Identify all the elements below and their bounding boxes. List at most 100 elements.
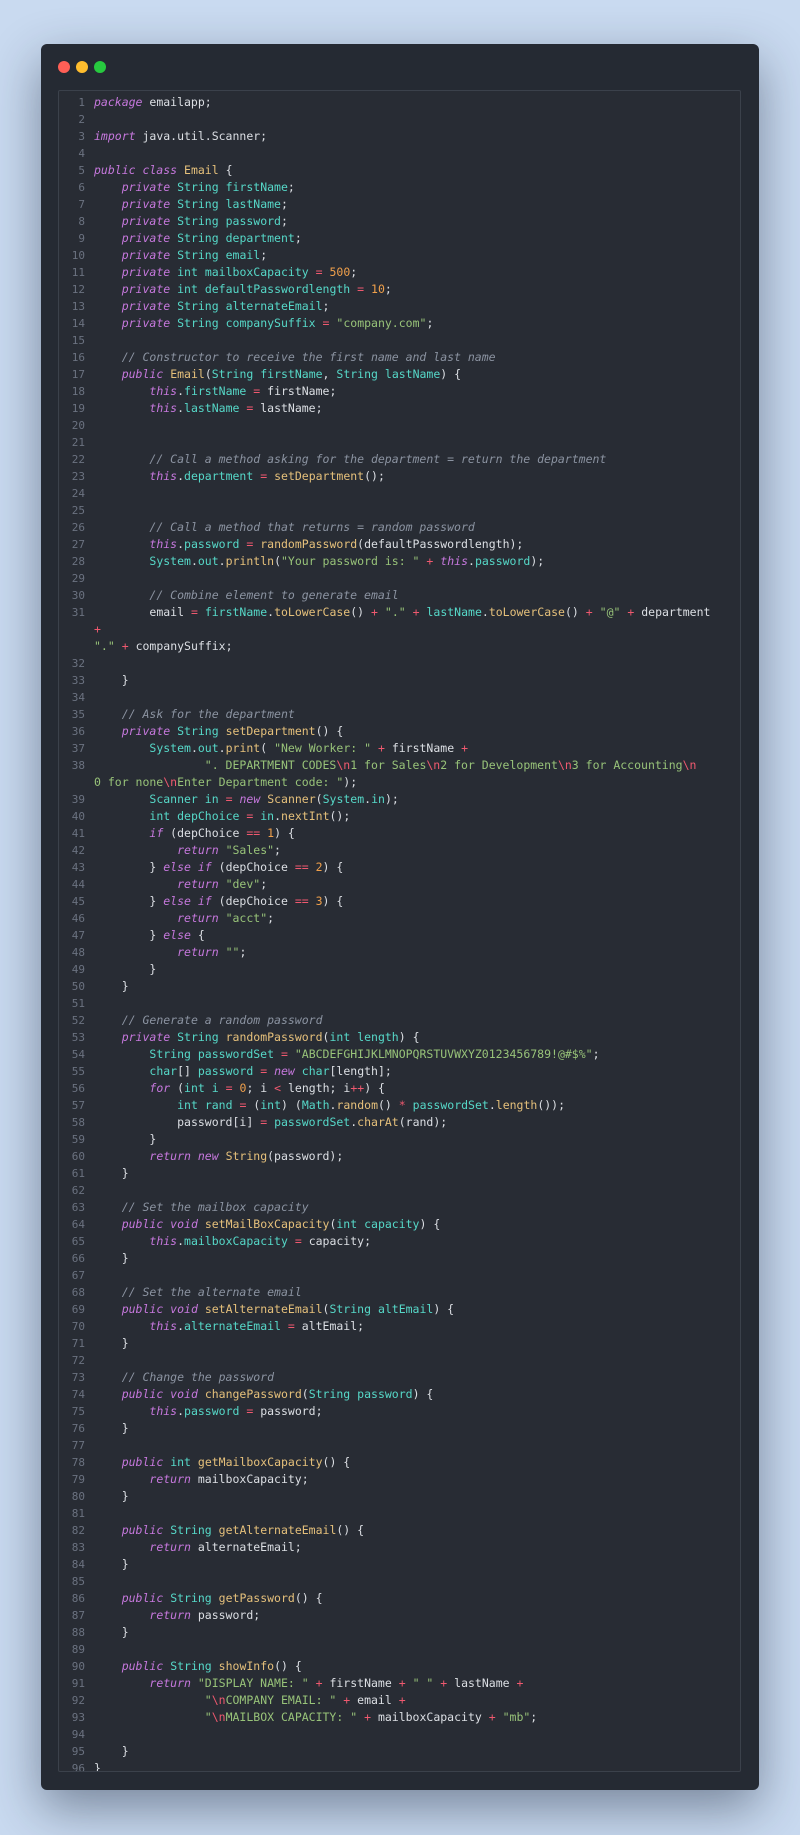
line-number: 30 [71, 589, 85, 602]
code-token: Enter Department code: " [177, 775, 344, 789]
line-number: 61 [71, 1167, 85, 1180]
line-number: 90 [71, 1660, 85, 1673]
code-token: this [149, 401, 178, 415]
line-number: 6 [78, 181, 85, 194]
code-line: 78 public int getMailboxCapacity() { [59, 1454, 740, 1471]
minimize-button[interactable] [76, 61, 88, 73]
line-number: 84 [71, 1558, 85, 1571]
code-token: ( [315, 792, 323, 806]
code-line: 19 this.lastName = lastName; [59, 400, 740, 417]
code-line: 10 private String email; [59, 247, 740, 264]
code-token: \n [557, 758, 572, 772]
code-token: "company.com" [336, 316, 427, 330]
code-token: 3 for Accounting [571, 758, 683, 772]
code-text: private int mailboxCapacity = 500; [94, 264, 740, 281]
code-token: ( [301, 1387, 309, 1401]
line-number: 86 [71, 1592, 85, 1605]
code-token: System [322, 792, 365, 806]
line-number: 16 [71, 351, 85, 364]
code-token: = [287, 1319, 295, 1333]
code-token: . [218, 741, 226, 755]
code-token: return [177, 911, 219, 925]
line-number: 80 [71, 1490, 85, 1503]
maximize-button[interactable] [94, 61, 106, 73]
line-number: 23 [71, 470, 85, 483]
code-text: } [94, 672, 740, 689]
code-line: 67 [59, 1267, 740, 1284]
code-line: 52 // Generate a random password [59, 1012, 740, 1029]
code-token: ) { [419, 1217, 441, 1231]
code-text: if (depChoice == 1) { [94, 825, 740, 842]
line-number: 4 [78, 147, 85, 160]
code-token: mailboxCapacity [371, 1710, 489, 1724]
code-line: 81 [59, 1505, 740, 1522]
line-number: 77 [71, 1439, 85, 1452]
code-token: public [121, 1659, 164, 1673]
code-line: 93 "\nMAILBOX CAPACITY: " + mailboxCapac… [59, 1709, 740, 1726]
code-token: " [204, 1693, 212, 1707]
code-token: java.util.Scanner; [135, 129, 268, 143]
code-token: capacity [364, 1217, 420, 1231]
code-token: this [149, 1234, 178, 1248]
line-number: 13 [71, 300, 85, 313]
code-token: println [225, 554, 275, 568]
line-number: 93 [71, 1711, 85, 1724]
code-token: int [177, 282, 198, 296]
code-editor[interactable]: 1 package emailapp; 2 3 import java.util.Sca… [58, 90, 741, 1772]
code-text: this.firstName = firstName; [94, 383, 740, 400]
code-token: randomPassword [260, 537, 358, 551]
code-text: for (int i = 0; i < length; i++) { [94, 1080, 740, 1097]
code-line: 71 } [59, 1335, 740, 1352]
code-text: // Set the alternate email [94, 1284, 740, 1301]
code-token: email [225, 248, 261, 262]
code-token: private [121, 248, 171, 262]
code-line: 92 "\nCOMPANY EMAIL: " + email + [59, 1692, 740, 1709]
code-token: " [204, 1710, 212, 1724]
code-token: public class [94, 163, 178, 177]
code-line: 14 private String companySuffix = "compa… [59, 315, 740, 332]
code-line: 66 } [59, 1250, 740, 1267]
line-number: 55 [71, 1065, 85, 1078]
code-token: new [274, 1064, 295, 1078]
code-line: 1 package emailapp; [59, 94, 740, 111]
code-token: alternateEmail [225, 299, 323, 313]
code-text: password[i] = passwordSet.charAt(rand); [94, 1114, 740, 1131]
code-text: public void setAlternateEmail(String alt… [94, 1301, 740, 1318]
code-token: capacity; [301, 1234, 372, 1248]
line-number: 33 [71, 674, 85, 687]
code-line: 43 } else if (depChoice == 2) { [59, 859, 740, 876]
code-line: 58 password[i] = passwordSet.charAt(rand… [59, 1114, 740, 1131]
code-token: setMailBoxCapacity [204, 1217, 330, 1231]
code-text: private String randomPassword(int length… [94, 1029, 740, 1046]
code-token: ; [267, 911, 275, 925]
code-token: random [336, 1098, 378, 1112]
code-token: MAILBOX CAPACITY: " [225, 1710, 358, 1724]
close-button[interactable] [58, 61, 70, 73]
line-number: 69 [71, 1303, 85, 1316]
code-line: 36 private String setDepartment() { [59, 723, 740, 740]
code-token: + [398, 1693, 406, 1707]
code-token: } [94, 860, 164, 874]
code-token: password [197, 1064, 254, 1078]
code-token: out [197, 741, 219, 755]
